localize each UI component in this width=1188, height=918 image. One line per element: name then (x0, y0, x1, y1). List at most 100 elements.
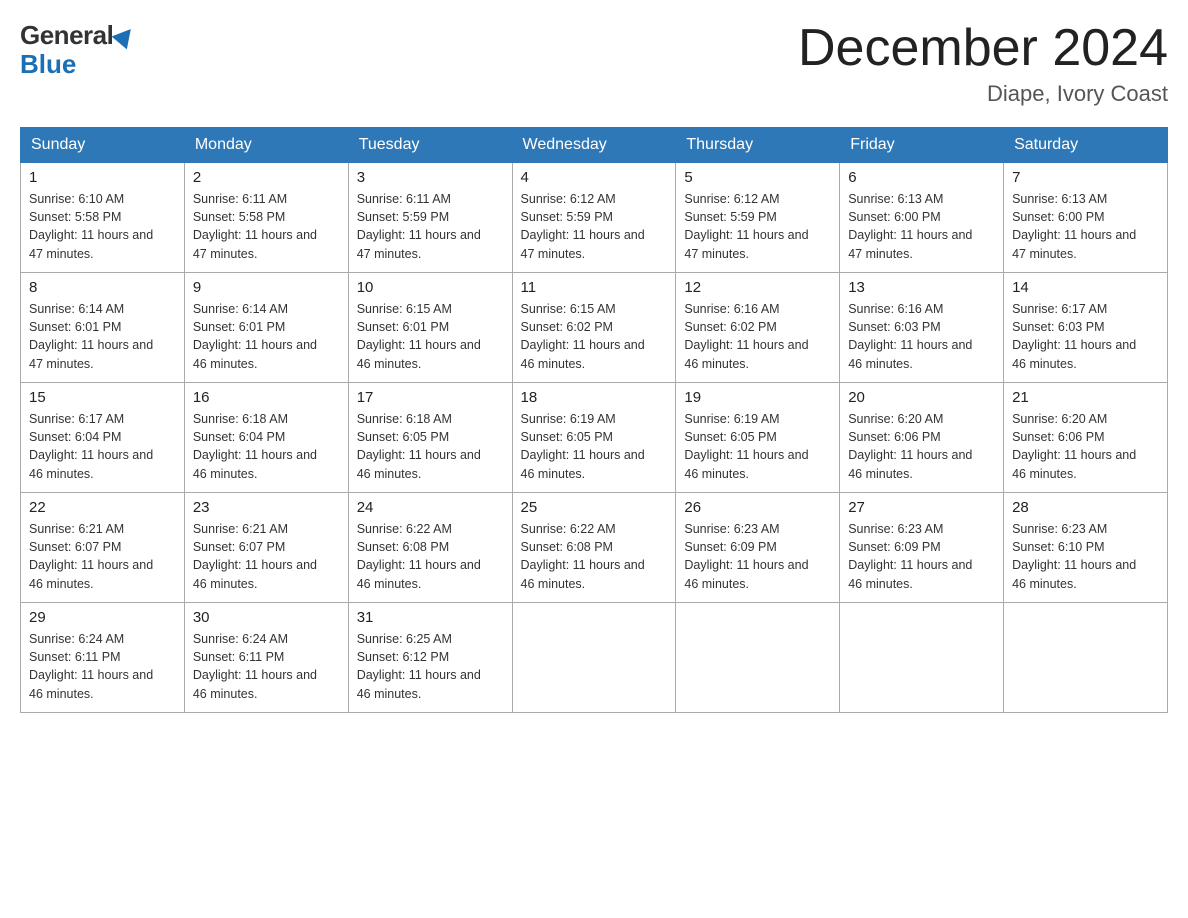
calendar-cell: 24 Sunrise: 6:22 AMSunset: 6:08 PMDayligh… (348, 493, 512, 603)
day-info: Sunrise: 6:14 AMSunset: 6:01 PMDaylight:… (29, 300, 176, 373)
calendar-cell (840, 603, 1004, 713)
day-info: Sunrise: 6:23 AMSunset: 6:09 PMDaylight:… (848, 520, 995, 593)
day-number: 4 (521, 169, 668, 186)
day-number: 25 (521, 499, 668, 516)
calendar-cell: 2Sunrise: 6:11 AMSunset: 5:58 PMDaylight… (184, 163, 348, 273)
day-number: 26 (684, 499, 831, 516)
calendar-cell (1004, 603, 1168, 713)
day-info: Sunrise: 6:16 AMSunset: 6:03 PMDaylight:… (848, 300, 995, 373)
day-number: 12 (684, 279, 831, 296)
calendar-cell: 25 Sunrise: 6:22 AMSunset: 6:08 PMDayligh… (512, 493, 676, 603)
day-info: Sunrise: 6:19 AMSunset: 6:05 PMDaylight:… (521, 410, 668, 483)
day-number: 31 (357, 609, 504, 626)
day-info: Sunrise: 6:13 AMSunset: 6:00 PMDaylight:… (1012, 190, 1159, 263)
calendar-cell: 22 Sunrise: 6:21 AMSunset: 6:07 PMDayligh… (21, 493, 185, 603)
calendar-cell: 16 Sunrise: 6:18 AMSunset: 6:04 PMDayligh… (184, 383, 348, 493)
calendar-cell: 10 Sunrise: 6:15 AMSunset: 6:01 PMDayligh… (348, 273, 512, 383)
day-number: 7 (1012, 169, 1159, 186)
day-info: Sunrise: 6:20 AMSunset: 6:06 PMDaylight:… (1012, 410, 1159, 483)
day-number: 6 (848, 169, 995, 186)
month-title: December 2024 (798, 20, 1168, 77)
location-text: Diape, Ivory Coast (798, 81, 1168, 107)
day-info: Sunrise: 6:10 AMSunset: 5:58 PMDaylight:… (29, 190, 176, 263)
calendar-cell: 4 Sunrise: 6:12 AMSunset: 5:59 PMDaylight… (512, 163, 676, 273)
day-number: 22 (29, 499, 176, 516)
calendar-cell: 28Sunrise: 6:23 AMSunset: 6:10 PMDayligh… (1004, 493, 1168, 603)
calendar-cell: 1 Sunrise: 6:10 AMSunset: 5:58 PMDaylight… (21, 163, 185, 273)
calendar-day-header: Saturday (1004, 128, 1168, 163)
logo: General Blue (20, 20, 135, 80)
calendar-cell (676, 603, 840, 713)
calendar-cell: 19 Sunrise: 6:19 AMSunset: 6:05 PMDayligh… (676, 383, 840, 493)
day-number: 11 (521, 279, 668, 296)
calendar-cell: 17Sunrise: 6:18 AMSunset: 6:05 PMDayligh… (348, 383, 512, 493)
calendar-cell: 5Sunrise: 6:12 AMSunset: 5:59 PMDaylight… (676, 163, 840, 273)
calendar-day-header: Wednesday (512, 128, 676, 163)
calendar-week-row: 15Sunrise: 6:17 AMSunset: 6:04 PMDayligh… (21, 383, 1168, 493)
logo-triangle-icon (112, 22, 139, 49)
day-number: 5 (684, 169, 831, 186)
day-info: Sunrise: 6:11 AMSunset: 5:58 PMDaylight:… (193, 190, 340, 263)
day-number: 17 (357, 389, 504, 406)
calendar-cell: 21Sunrise: 6:20 AMSunset: 6:06 PMDayligh… (1004, 383, 1168, 493)
day-info: Sunrise: 6:18 AMSunset: 6:04 PMDaylight:… (193, 410, 340, 483)
day-info: Sunrise: 6:25 AMSunset: 6:12 PMDaylight:… (357, 630, 504, 703)
logo-blue-text: Blue (20, 49, 76, 80)
day-number: 24 (357, 499, 504, 516)
day-info: Sunrise: 6:17 AMSunset: 6:03 PMDaylight:… (1012, 300, 1159, 373)
calendar-day-header: Thursday (676, 128, 840, 163)
day-number: 14 (1012, 279, 1159, 296)
day-number: 27 (848, 499, 995, 516)
calendar-table: SundayMondayTuesdayWednesdayThursdayFrid… (20, 127, 1168, 713)
day-number: 8 (29, 279, 176, 296)
calendar-cell: 9Sunrise: 6:14 AMSunset: 6:01 PMDaylight… (184, 273, 348, 383)
day-number: 15 (29, 389, 176, 406)
day-info: Sunrise: 6:21 AMSunset: 6:07 PMDaylight:… (29, 520, 176, 593)
logo-general-text: General (20, 20, 113, 51)
day-number: 30 (193, 609, 340, 626)
calendar-week-row: 1 Sunrise: 6:10 AMSunset: 5:58 PMDaylight… (21, 163, 1168, 273)
calendar-cell: 15Sunrise: 6:17 AMSunset: 6:04 PMDayligh… (21, 383, 185, 493)
calendar-cell: 8 Sunrise: 6:14 AMSunset: 6:01 PMDaylight… (21, 273, 185, 383)
calendar-cell: 18Sunrise: 6:19 AMSunset: 6:05 PMDayligh… (512, 383, 676, 493)
day-info: Sunrise: 6:22 AMSunset: 6:08 PMDaylight:… (521, 520, 668, 593)
day-info: Sunrise: 6:15 AMSunset: 6:02 PMDaylight:… (521, 300, 668, 373)
day-info: Sunrise: 6:13 AMSunset: 6:00 PMDaylight:… (848, 190, 995, 263)
calendar-day-header: Monday (184, 128, 348, 163)
calendar-cell (512, 603, 676, 713)
calendar-week-row: 22 Sunrise: 6:21 AMSunset: 6:07 PMDayligh… (21, 493, 1168, 603)
day-info: Sunrise: 6:19 AMSunset: 6:05 PMDaylight:… (684, 410, 831, 483)
calendar-day-header: Friday (840, 128, 1004, 163)
calendar-cell: 12 Sunrise: 6:16 AMSunset: 6:02 PMDayligh… (676, 273, 840, 383)
day-info: Sunrise: 6:16 AMSunset: 6:02 PMDaylight:… (684, 300, 831, 373)
day-number: 16 (193, 389, 340, 406)
day-number: 29 (29, 609, 176, 626)
calendar-header-row: SundayMondayTuesdayWednesdayThursdayFrid… (21, 128, 1168, 163)
day-number: 20 (848, 389, 995, 406)
calendar-day-header: Tuesday (348, 128, 512, 163)
title-block: December 2024 Diape, Ivory Coast (798, 20, 1168, 107)
day-number: 3 (357, 169, 504, 186)
calendar-cell: 31 Sunrise: 6:25 AMSunset: 6:12 PMDayligh… (348, 603, 512, 713)
calendar-cell: 14 Sunrise: 6:17 AMSunset: 6:03 PMDayligh… (1004, 273, 1168, 383)
calendar-cell: 26Sunrise: 6:23 AMSunset: 6:09 PMDayligh… (676, 493, 840, 603)
calendar-week-row: 29 Sunrise: 6:24 AMSunset: 6:11 PMDayligh… (21, 603, 1168, 713)
day-info: Sunrise: 6:22 AMSunset: 6:08 PMDaylight:… (357, 520, 504, 593)
calendar-cell: 23 Sunrise: 6:21 AMSunset: 6:07 PMDayligh… (184, 493, 348, 603)
day-info: Sunrise: 6:24 AMSunset: 6:11 PMDaylight:… (29, 630, 176, 703)
day-number: 23 (193, 499, 340, 516)
day-number: 19 (684, 389, 831, 406)
calendar-cell: 6 Sunrise: 6:13 AMSunset: 6:00 PMDaylight… (840, 163, 1004, 273)
day-number: 1 (29, 169, 176, 186)
day-info: Sunrise: 6:21 AMSunset: 6:07 PMDaylight:… (193, 520, 340, 593)
day-number: 10 (357, 279, 504, 296)
day-info: Sunrise: 6:24 AMSunset: 6:11 PMDaylight:… (193, 630, 340, 703)
day-info: Sunrise: 6:12 AMSunset: 5:59 PMDaylight:… (521, 190, 668, 263)
day-number: 28 (1012, 499, 1159, 516)
calendar-cell: 13Sunrise: 6:16 AMSunset: 6:03 PMDayligh… (840, 273, 1004, 383)
calendar-week-row: 8 Sunrise: 6:14 AMSunset: 6:01 PMDaylight… (21, 273, 1168, 383)
day-info: Sunrise: 6:11 AMSunset: 5:59 PMDaylight:… (357, 190, 504, 263)
calendar-cell: 29 Sunrise: 6:24 AMSunset: 6:11 PMDayligh… (21, 603, 185, 713)
calendar-cell: 20Sunrise: 6:20 AMSunset: 6:06 PMDayligh… (840, 383, 1004, 493)
day-info: Sunrise: 6:15 AMSunset: 6:01 PMDaylight:… (357, 300, 504, 373)
